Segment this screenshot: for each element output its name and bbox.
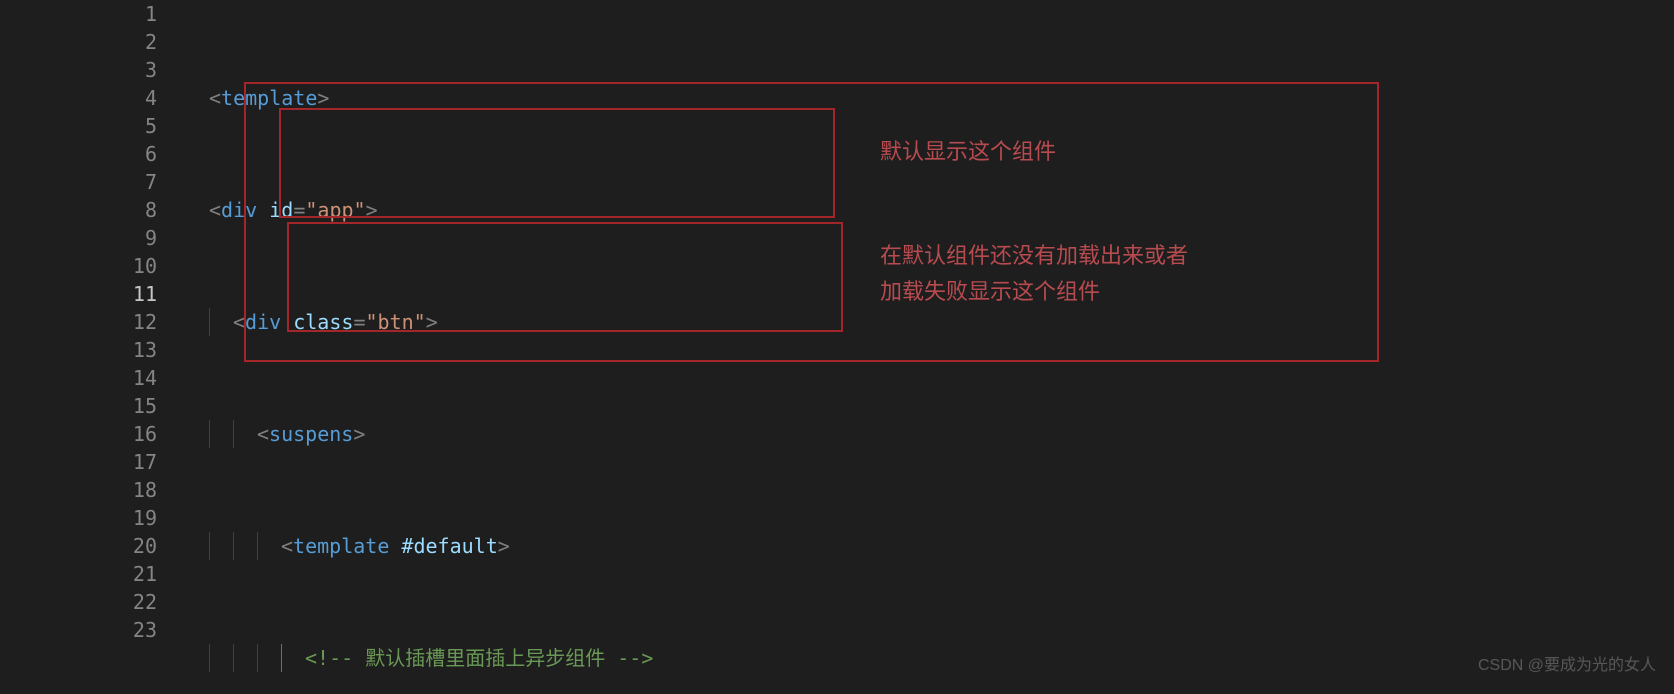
line-number: 19 (0, 504, 157, 532)
annotation-text-default: 默认显示这个组件 (880, 138, 1056, 166)
line-number: 3 (0, 56, 157, 84)
code-line[interactable]: <div class="btn"> (185, 308, 1674, 336)
line-number: 20 (0, 532, 157, 560)
line-number: 10 (0, 252, 157, 280)
code-area[interactable]: <template> <div id="app"> <div class="bt… (185, 0, 1674, 694)
code-line[interactable]: <template #default> (185, 532, 1674, 560)
line-number: 21 (0, 560, 157, 588)
line-number: 5 (0, 112, 157, 140)
line-number: 15 (0, 392, 157, 420)
line-number: 23 (0, 616, 157, 644)
line-number: 9 (0, 224, 157, 252)
code-line[interactable]: <suspens> (185, 420, 1674, 448)
line-number: 12 (0, 308, 157, 336)
line-number: 22 (0, 588, 157, 616)
line-number: 1 (0, 0, 157, 28)
line-number: 18 (0, 476, 157, 504)
line-number-gutter: 1 2 3 4 5 6 7 8 9 10 11 12 13 14 15 16 1… (0, 0, 185, 694)
line-number: 11 (0, 280, 157, 308)
annotation-text-fallback-2: 加载失败显示这个组件 (880, 278, 1100, 306)
line-number: 17 (0, 448, 157, 476)
line-number: 7 (0, 168, 157, 196)
line-number: 8 (0, 196, 157, 224)
code-editor[interactable]: 1 2 3 4 5 6 7 8 9 10 11 12 13 14 15 16 1… (0, 0, 1674, 694)
code-line[interactable]: <div id="app"> (185, 196, 1674, 224)
code-line[interactable]: <!-- 默认插槽里面插上异步组件 --> (185, 644, 1674, 672)
annotation-text-fallback-1: 在默认组件还没有加载出来或者 (880, 242, 1188, 270)
line-number: 14 (0, 364, 157, 392)
line-number: 13 (0, 336, 157, 364)
code-line[interactable]: <template> (185, 84, 1674, 112)
line-number: 6 (0, 140, 157, 168)
watermark: CSDN @要成为光的女人 (1478, 652, 1656, 680)
line-number: 4 (0, 84, 157, 112)
line-number: 2 (0, 28, 157, 56)
line-number: 16 (0, 420, 157, 448)
